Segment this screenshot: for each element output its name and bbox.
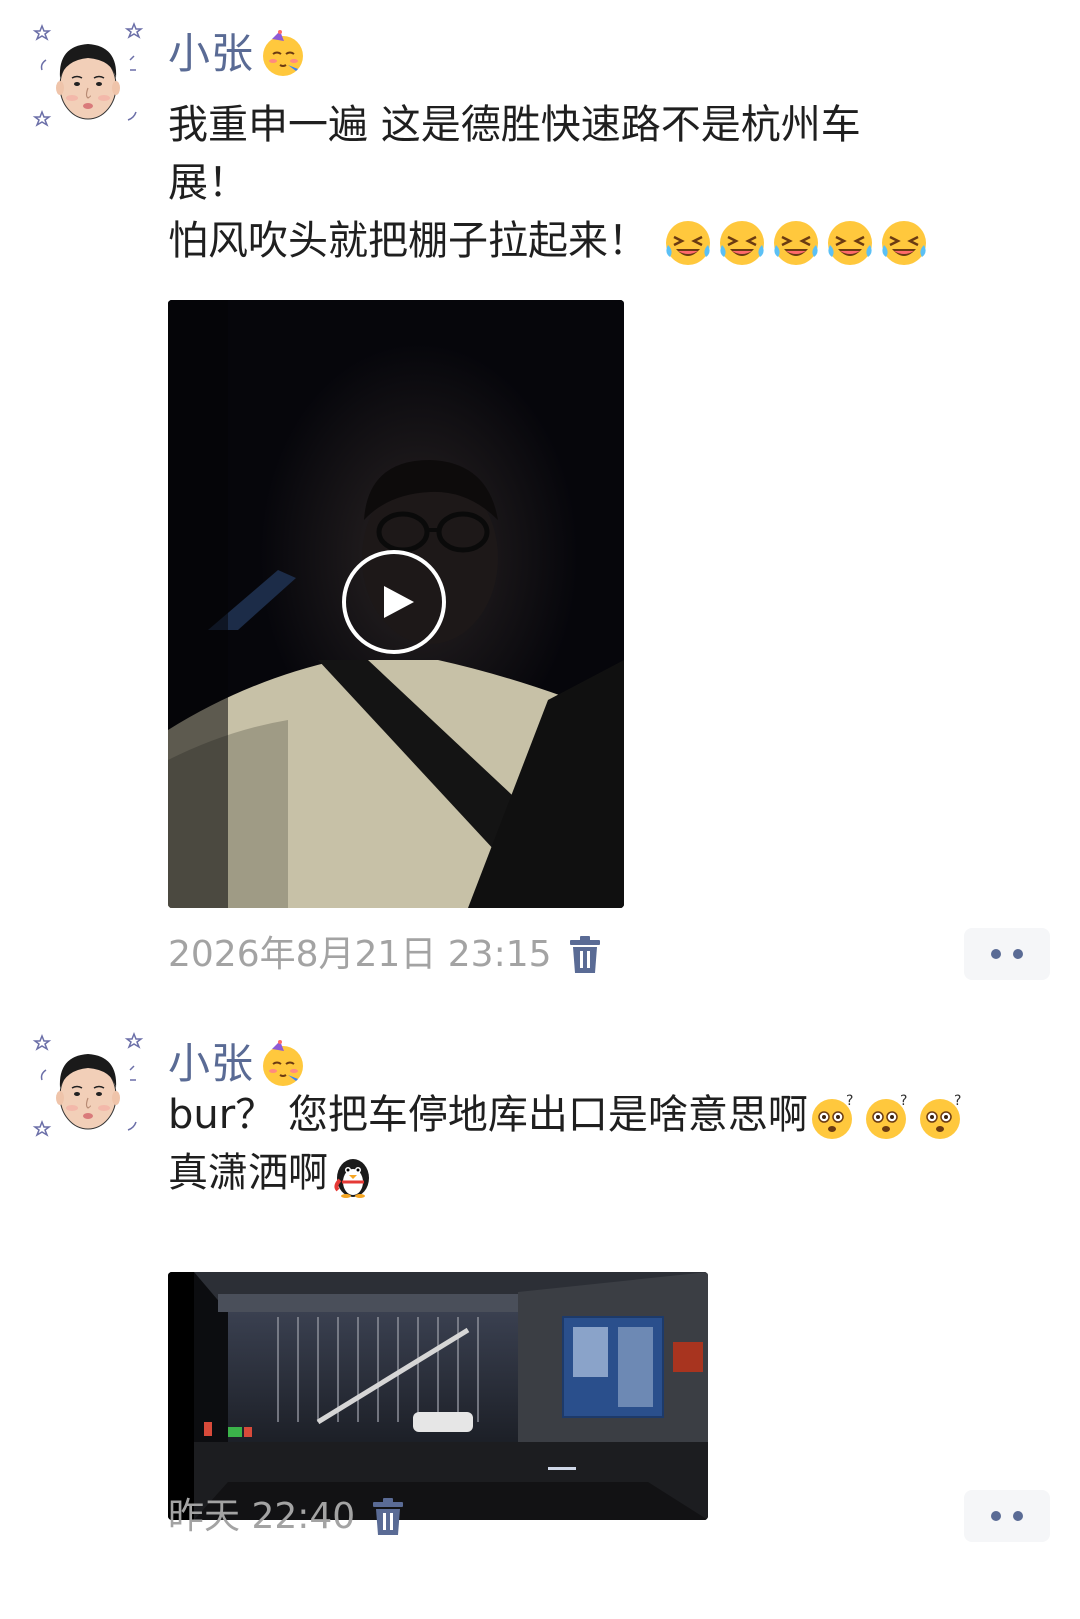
post-meta: 2026年8月21日 23:15 <box>168 928 602 982</box>
penguin-icon <box>328 1150 378 1200</box>
crying-laughing-icon <box>662 217 714 269</box>
emoji-run <box>662 217 932 269</box>
photo-thumbnail[interactable] <box>168 1272 708 1520</box>
crying-laughing-icon <box>878 217 930 269</box>
post-text-segment: 真潇洒啊 <box>168 1150 328 1196</box>
party-face-icon <box>258 1039 308 1089</box>
trash-icon[interactable] <box>371 1498 405 1536</box>
confused-face-icon: ? <box>916 1091 968 1143</box>
moment-post: 小张 bur？ 您把车停地库出口是啥意思啊 ? ? ? 真潇洒啊 昨天 22:4… <box>0 1010 1080 1619</box>
svg-text:?: ? <box>954 1093 961 1109</box>
post-text-line: 怕风吹头就把棚子拉起来！ <box>168 212 1048 270</box>
more-actions-button[interactable] <box>964 1490 1050 1542</box>
post-text-line: 真潇洒啊 <box>168 1144 1048 1202</box>
dot-icon <box>1013 1511 1023 1521</box>
play-icon <box>384 586 414 618</box>
more-actions-button[interactable] <box>964 928 1050 980</box>
post-text: 我重申一遍 这是德胜快速路不是杭州车 展！ 怕风吹头就把棚子拉起来！ <box>168 96 1048 270</box>
post-text: bur？ 您把车停地库出口是啥意思啊 ? ? ? 真潇洒啊 <box>168 1086 1048 1202</box>
author-name[interactable]: 小张 <box>168 24 254 84</box>
crying-laughing-icon <box>824 217 876 269</box>
svg-text:?: ? <box>846 1093 853 1109</box>
avatar[interactable] <box>30 1030 148 1148</box>
author-row: 小张 <box>168 24 308 84</box>
crying-laughing-icon <box>770 217 822 269</box>
confused-face-icon: ? <box>862 1091 914 1143</box>
moment-post: 小张 我重申一遍 这是德胜快速路不是杭州车 展！ 怕风吹头就把棚子拉起来！ 20… <box>0 0 1080 1010</box>
timestamp: 昨天 22:40 <box>168 1496 356 1537</box>
dot-icon <box>1013 949 1023 959</box>
emoji-run: ? ? ? <box>808 1091 970 1143</box>
post-text-line: 我重申一遍 这是德胜快速路不是杭州车 <box>168 102 861 148</box>
dot-icon <box>991 949 1001 959</box>
author-row: 小张 <box>168 1034 308 1094</box>
trash-icon[interactable] <box>568 936 602 974</box>
post-text-segment: 怕风吹头就把棚子拉起来！ <box>168 218 648 264</box>
post-meta: 昨天 22:40 <box>168 1490 405 1544</box>
crying-laughing-icon <box>716 217 768 269</box>
author-name[interactable]: 小张 <box>168 1034 254 1094</box>
timestamp: 2026年8月21日 23:15 <box>168 934 552 975</box>
dot-icon <box>991 1511 1001 1521</box>
video-thumbnail[interactable] <box>168 300 624 908</box>
post-text-line: bur？ 您把车停地库出口是啥意思啊 ? ? ? <box>168 1086 1048 1144</box>
play-button[interactable] <box>342 550 446 654</box>
post-text-line: 展！ <box>168 160 248 206</box>
confused-face-icon: ? <box>808 1091 860 1143</box>
post-text-segment: bur？ 您把车停地库出口是啥意思啊 <box>168 1092 808 1138</box>
avatar[interactable] <box>30 20 148 138</box>
svg-text:?: ? <box>900 1093 907 1109</box>
party-face-icon <box>258 29 308 79</box>
